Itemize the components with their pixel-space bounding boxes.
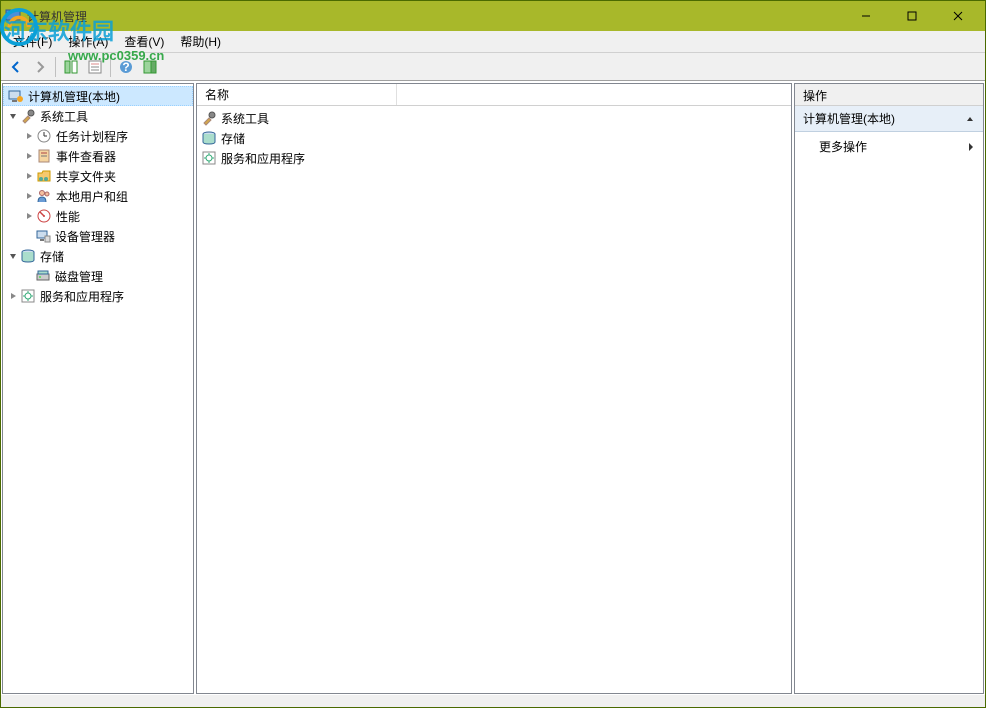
help-button[interactable]: ? (115, 56, 137, 78)
show-hide-tree-button[interactable] (60, 56, 82, 78)
actions-more-label: 更多操作 (819, 138, 867, 155)
list-item-label: 存储 (221, 130, 245, 147)
tree-device-manager[interactable]: 设备管理器 (3, 226, 193, 246)
details-list: 名称 系统工具 存储 服务和应用程序 (196, 83, 792, 694)
disk-icon (35, 268, 51, 284)
expand-icon[interactable] (7, 290, 19, 302)
tree-label: 设备管理器 (55, 228, 115, 245)
statusbar (1, 695, 985, 707)
tree-shared-folders[interactable]: 共享文件夹 (3, 166, 193, 186)
chevron-right-icon (967, 142, 975, 152)
close-button[interactable] (935, 1, 981, 31)
tree-event-viewer[interactable]: 事件查看器 (3, 146, 193, 166)
navigation-tree[interactable]: 计算机管理(本地) 系统工具 任务计划程序 事件查看器 (2, 83, 194, 694)
tree-services-apps[interactable]: 服务和应用程序 (3, 286, 193, 306)
tree-storage[interactable]: 存储 (3, 246, 193, 266)
list-header[interactable]: 名称 (197, 84, 791, 106)
properties-button[interactable] (84, 56, 106, 78)
actions-pane: 操作 计算机管理(本地) 更多操作 (794, 83, 984, 694)
minimize-button[interactable] (843, 1, 889, 31)
device-manager-icon (35, 228, 51, 244)
toolbar-separator (55, 57, 56, 77)
menubar: 文件(F) 操作(A) 查看(V) 帮助(H) (1, 31, 985, 53)
tree-label: 计算机管理(本地) (28, 88, 120, 105)
list-item-system-tools[interactable]: 系统工具 (197, 108, 791, 128)
list-item-services[interactable]: 服务和应用程序 (197, 148, 791, 168)
collapse-up-icon (965, 114, 975, 124)
users-icon (36, 188, 52, 204)
menu-view[interactable]: 查看(V) (116, 31, 172, 52)
tools-icon (20, 108, 36, 124)
actions-section[interactable]: 计算机管理(本地) (795, 106, 983, 132)
tree-label: 任务计划程序 (56, 128, 128, 145)
expand-icon[interactable] (23, 170, 35, 182)
titlebar[interactable]: 计算机管理 (1, 1, 985, 31)
tree-task-scheduler[interactable]: 任务计划程序 (3, 126, 193, 146)
show-hide-action-pane-button[interactable] (139, 56, 161, 78)
storage-icon (201, 130, 217, 146)
tree-label: 存储 (40, 248, 64, 265)
services-icon (20, 288, 36, 304)
tree-label: 性能 (56, 208, 80, 225)
list-item-label: 系统工具 (221, 110, 269, 127)
tree-performance[interactable]: 性能 (3, 206, 193, 226)
column-header-name[interactable]: 名称 (197, 84, 397, 105)
tree-label: 系统工具 (40, 108, 88, 125)
computer-management-icon (8, 88, 24, 104)
tree-label: 本地用户和组 (56, 188, 128, 205)
list-item-storage[interactable]: 存储 (197, 128, 791, 148)
expand-icon[interactable] (23, 190, 35, 202)
expand-icon[interactable] (23, 150, 35, 162)
menu-help[interactable]: 帮助(H) (172, 31, 229, 52)
tree-label: 磁盘管理 (55, 268, 103, 285)
performance-icon (36, 208, 52, 224)
forward-button[interactable] (29, 56, 51, 78)
maximize-button[interactable] (889, 1, 935, 31)
tree-local-users[interactable]: 本地用户和组 (3, 186, 193, 206)
menu-action[interactable]: 操作(A) (60, 31, 116, 52)
collapse-icon[interactable] (7, 110, 19, 122)
clock-icon (36, 128, 52, 144)
collapse-icon[interactable] (7, 250, 19, 262)
actions-more[interactable]: 更多操作 (795, 132, 983, 161)
back-button[interactable] (5, 56, 27, 78)
services-icon (201, 150, 217, 166)
event-log-icon (36, 148, 52, 164)
tree-disk-management[interactable]: 磁盘管理 (3, 266, 193, 286)
tree-root-node[interactable]: 计算机管理(本地) (3, 86, 193, 106)
storage-icon (20, 248, 36, 264)
toolbar: ? (1, 53, 985, 81)
tools-icon (201, 110, 217, 126)
actions-header: 操作 (795, 84, 983, 106)
toolbar-separator (110, 57, 111, 77)
watermark-logo-icon (0, 8, 38, 46)
expand-icon[interactable] (23, 130, 35, 142)
tree-label: 服务和应用程序 (40, 288, 124, 305)
tree-system-tools[interactable]: 系统工具 (3, 106, 193, 126)
expand-icon[interactable] (23, 210, 35, 222)
list-item-label: 服务和应用程序 (221, 150, 305, 167)
tree-label: 共享文件夹 (56, 168, 116, 185)
actions-section-label: 计算机管理(本地) (803, 110, 895, 127)
shared-folder-icon (36, 168, 52, 184)
svg-text:?: ? (122, 60, 129, 74)
tree-label: 事件查看器 (56, 148, 116, 165)
